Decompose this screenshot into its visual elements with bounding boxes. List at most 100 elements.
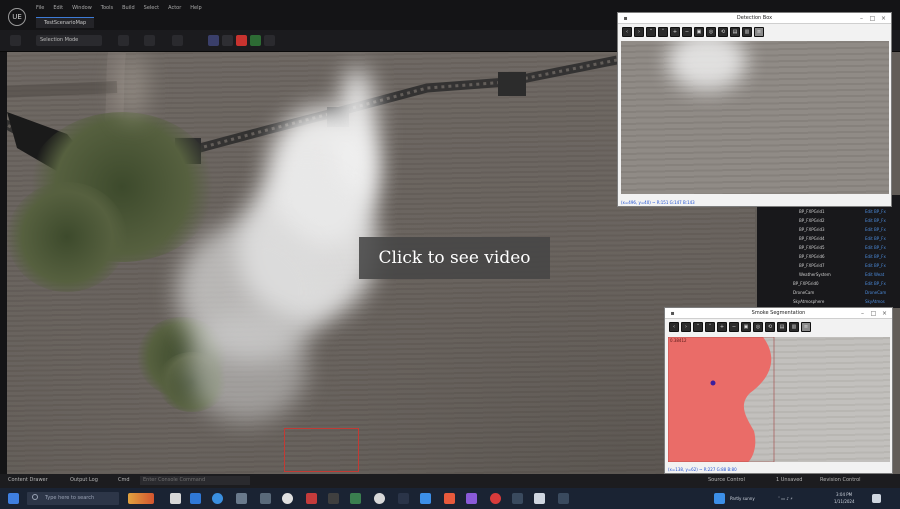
output-log-button[interactable]: Output Log [70,477,98,483]
stop-icon[interactable] [236,35,247,46]
outliner-row[interactable]: BP_FXPGrid0 [793,281,819,289]
zoom-out-icon[interactable]: − [682,27,692,37]
add-actor-icon[interactable] [118,35,129,46]
save-image-icon[interactable]: ▤ [730,27,740,37]
window-menu-icon[interactable]: ▪ [622,15,629,22]
save-image-icon[interactable]: ▤ [777,322,787,332]
properties-icon[interactable]: ≡ [801,322,811,332]
app-icon[interactable] [350,493,361,504]
revision-control-button[interactable]: Revision Control [820,477,861,483]
app-icon[interactable] [512,493,523,504]
unreal-taskbar-icon[interactable] [534,493,545,504]
reset-view-icon[interactable]: ⟲ [718,27,728,37]
outliner-row[interactable]: BP_FXPGrid3 [799,227,825,235]
copy-image-icon[interactable]: ▥ [789,322,799,332]
close-icon[interactable]: × [881,310,888,317]
chrome-icon[interactable] [212,493,223,504]
pan-up-icon[interactable]: ˄ [693,322,703,332]
outliner-row[interactable]: SkyAtmosphere [793,299,824,307]
detection-image[interactable] [621,41,889,194]
reset-view-icon[interactable]: ⟲ [765,322,775,332]
selection-mode-dropdown[interactable]: Selection Mode [36,35,102,46]
mail-icon[interactable] [260,493,271,504]
zoom-select-icon[interactable]: ◎ [706,27,716,37]
save-icon[interactable] [10,35,21,46]
maximize-icon[interactable]: □ [869,15,876,22]
zoom-in-icon[interactable]: + [717,322,727,332]
outliner-row[interactable]: BP_FXPGrid7 [799,263,825,271]
pause-icon[interactable] [222,35,233,46]
pan-down-icon[interactable]: ˅ [658,27,668,37]
unreal-taskbar-icon[interactable] [558,493,569,504]
pan-left-icon[interactable]: ‹ [622,27,632,37]
copy-image-icon[interactable]: ▥ [742,27,752,37]
weather-icon[interactable] [714,493,725,504]
store-icon[interactable] [236,493,247,504]
level-tab[interactable]: TestScenarioMap [36,17,95,28]
weather-text[interactable]: Partly sunny [730,496,755,502]
pan-left-icon[interactable]: ‹ [669,322,679,332]
edge-icon[interactable] [190,493,201,504]
smoke-segmentation-window[interactable]: Smoke Segmentation ▪ – □ × ‹ › ˄ ˅ + − ▣… [664,307,893,474]
clock-date[interactable]: 1/11/2024 [834,499,855,505]
zoom-out-icon[interactable]: − [729,322,739,332]
notification-icon[interactable] [872,494,881,503]
eject-icon[interactable] [250,35,261,46]
pan-right-icon[interactable]: › [634,27,644,37]
menu-select[interactable]: Select [144,5,159,11]
minimize-icon[interactable]: – [859,310,866,317]
menu-window[interactable]: Window [72,5,92,11]
outliner-row[interactable]: WeatherSystem [799,272,831,280]
zoom-fit-icon[interactable]: ▣ [741,322,751,332]
zoom-fit-icon[interactable]: ▣ [694,27,704,37]
zoom-select-icon[interactable]: ◎ [753,322,763,332]
app-icon[interactable] [444,493,455,504]
pan-up-icon[interactable]: ˄ [646,27,656,37]
unsaved-indicator[interactable]: 1 Unsaved [776,477,802,483]
pan-right-icon[interactable]: › [681,322,691,332]
blueprint-icon[interactable] [144,35,155,46]
play-icon[interactable] [208,35,219,46]
properties-icon[interactable]: ≡ [754,27,764,37]
window-menu-icon[interactable]: ▪ [669,310,676,317]
console-input[interactable]: Enter Console Command [140,476,250,485]
zoom-in-icon[interactable]: + [670,27,680,37]
source-control-button[interactable]: Source Control [708,477,745,483]
outliner-row[interactable]: BP_FXPGrid1 [799,209,825,217]
menu-edit[interactable]: Edit [53,5,63,11]
app-icon[interactable] [282,493,293,504]
detection-box-window[interactable]: Detection Box ▪ – □ × ‹ › ˄ ˅ + − ▣ ◎ ⟲ … [617,12,892,207]
menu-build[interactable]: Build [122,5,135,11]
menu-actor[interactable]: Actor [168,5,181,11]
start-icon[interactable] [8,493,19,504]
content-drawer-button[interactable]: Content Drawer [8,477,48,483]
outliner-row[interactable]: BP_FXPGrid4 [799,236,825,244]
outliner-row[interactable]: DroneCam [793,290,814,298]
more-options-icon[interactable] [264,35,275,46]
app-icon[interactable] [490,493,501,504]
task-view-icon[interactable] [170,493,181,504]
minimize-icon[interactable]: – [858,15,865,22]
cinematics-icon[interactable] [172,35,183,46]
unreal-logo-icon[interactable]: UE [8,8,26,26]
vscode-icon[interactable] [420,493,431,504]
menu-tools[interactable]: Tools [101,5,113,11]
app-icon[interactable] [466,493,477,504]
close-icon[interactable]: × [880,15,887,22]
see-video-button[interactable]: Click to see video [359,237,550,279]
taskbar-search[interactable]: Type here to search [27,492,119,505]
widget-icon[interactable] [128,493,154,504]
tray-icons[interactable]: ˄ ▭ ♪ ⚡ [778,496,793,502]
cmd-label[interactable]: Cmd [118,477,130,483]
outliner-row[interactable]: BP_FXPGrid5 [799,245,825,253]
app-icon[interactable] [374,493,385,504]
outliner-row[interactable]: BP_FXPGrid6 [799,254,825,262]
terminal-icon[interactable] [328,493,339,504]
app-icon[interactable] [306,493,317,504]
clock-time[interactable]: 3:04 PM [836,492,852,498]
menu-help[interactable]: Help [190,5,201,11]
outliner-row[interactable]: BP_FXPGrid2 [799,218,825,226]
maximize-icon[interactable]: □ [870,310,877,317]
segmentation-image[interactable]: 0.38412 [668,337,890,462]
menu-file[interactable]: File [36,5,44,11]
